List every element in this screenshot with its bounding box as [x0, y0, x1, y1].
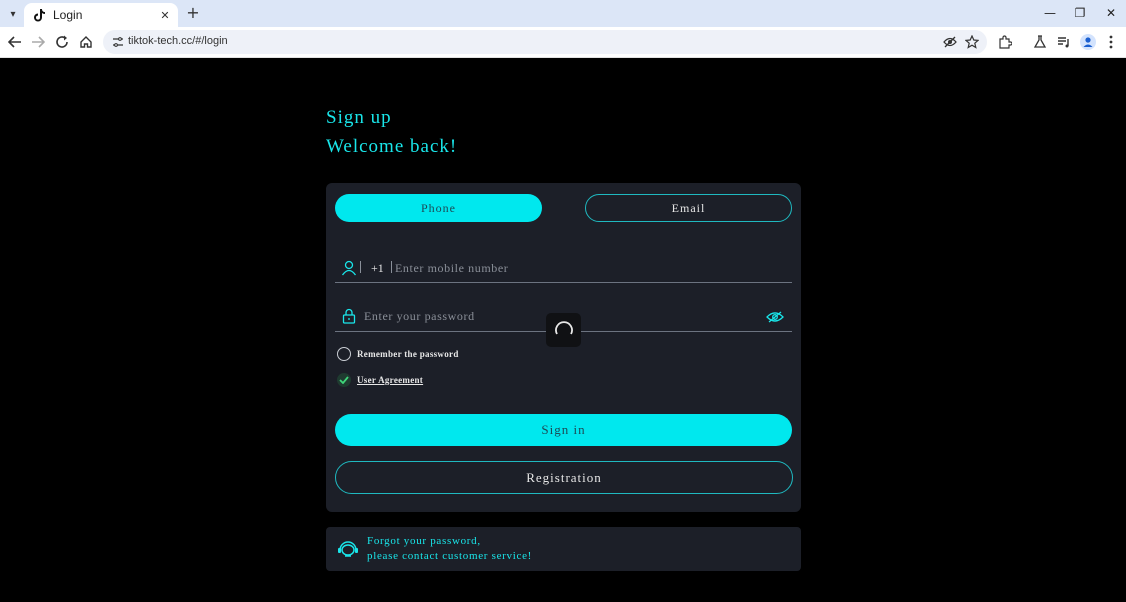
- tab-title: Login: [53, 8, 83, 22]
- tab-email[interactable]: Email: [585, 194, 792, 222]
- address-bar[interactable]: tiktok-tech.cc/#/login: [103, 30, 987, 54]
- forward-arrow-icon[interactable]: [30, 34, 46, 50]
- site-info-icon[interactable]: [111, 35, 125, 49]
- country-code[interactable]: +1: [371, 261, 384, 276]
- bookmark-star-icon[interactable]: [965, 35, 979, 49]
- tab-list-chevron-icon[interactable]: ▾: [4, 5, 22, 23]
- user-icon: [341, 260, 357, 276]
- remember-label: Remember the password: [357, 349, 459, 359]
- lock-icon: [342, 308, 356, 324]
- browser-tab-bar: ▾ Login ✕ + — ❐ ✕: [0, 0, 1126, 27]
- help-line-2: please contact customer service!: [367, 550, 533, 562]
- signup-heading: Sign up: [326, 107, 392, 128]
- loading-spinner: [546, 313, 581, 347]
- close-window-icon[interactable]: ✕: [1103, 5, 1119, 21]
- menu-kebab-icon[interactable]: [1103, 34, 1119, 50]
- back-arrow-icon[interactable]: [7, 34, 23, 50]
- browser-toolbar: tiktok-tech.cc/#/login: [0, 27, 1126, 58]
- welcome-heading: Welcome back!: [326, 136, 458, 157]
- reload-icon[interactable]: [54, 34, 70, 50]
- labs-flask-icon[interactable]: [1032, 34, 1048, 50]
- phone-input[interactable]: [395, 259, 775, 277]
- new-tab-button[interactable]: +: [185, 5, 201, 21]
- remember-radio[interactable]: [337, 347, 351, 361]
- help-text: Forgot your password, please contact cus…: [367, 534, 532, 564]
- phone-field: +1: [335, 257, 792, 283]
- divider: [360, 261, 361, 273]
- divider: [391, 261, 392, 273]
- user-agreement-row[interactable]: User Agreement: [337, 373, 423, 387]
- checkmark-icon[interactable]: [337, 373, 351, 387]
- sign-in-button[interactable]: Sign in: [335, 414, 792, 446]
- help-line-1: Forgot your password,: [367, 535, 481, 547]
- tab-phone[interactable]: Phone: [335, 194, 542, 222]
- minimize-icon[interactable]: —: [1042, 5, 1058, 21]
- home-icon[interactable]: [78, 34, 94, 50]
- user-agreement-link[interactable]: User Agreement: [357, 375, 423, 385]
- login-page: Sign up Welcome back! Phone Email +1 Rem…: [0, 58, 1126, 602]
- url-text[interactable]: tiktok-tech.cc/#/login: [128, 35, 228, 47]
- remember-password-row[interactable]: Remember the password: [337, 347, 459, 361]
- close-tab-icon[interactable]: ✕: [158, 8, 172, 22]
- registration-button[interactable]: Registration: [335, 461, 793, 494]
- eye-slash-icon[interactable]: [943, 35, 957, 49]
- login-card: Phone Email +1 Remember the password Use…: [326, 183, 801, 512]
- forgot-password-help[interactable]: Forgot your password, please contact cus…: [326, 527, 801, 571]
- customer-service-headset-icon: [338, 541, 358, 557]
- profile-avatar-icon[interactable]: [1080, 34, 1096, 50]
- restore-icon[interactable]: ❐: [1072, 5, 1088, 21]
- spinner-icon: [554, 321, 573, 335]
- browser-tab[interactable]: Login ✕: [24, 3, 178, 27]
- eye-slash-icon[interactable]: [766, 310, 784, 324]
- tiktok-favicon-icon: [32, 8, 46, 22]
- media-controls-icon[interactable]: [1056, 34, 1072, 50]
- extensions-icon[interactable]: [997, 34, 1013, 50]
